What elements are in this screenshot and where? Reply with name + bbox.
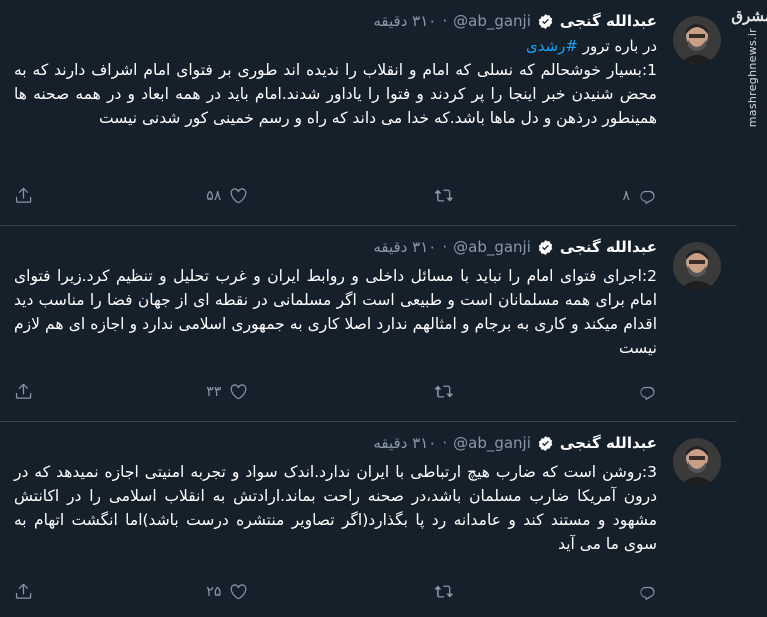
watermark-logo: مشرق	[731, 7, 767, 25]
tweet[interactable]: عبدالله گنجی @ab_ganji · ۳۱۰ دقیقه در با…	[0, 0, 737, 226]
timestamp[interactable]: ۳۱۰ دقیقه	[373, 238, 436, 256]
tweet[interactable]: عبدالله گنجی @ab_ganji · ۳۱۰ دقیقه 3:روش…	[0, 422, 737, 617]
separator-dot: ·	[442, 238, 448, 256]
author-name[interactable]: عبدالله گنجی	[560, 238, 657, 256]
tweet-actions: ۳۳	[14, 382, 657, 401]
reply-button[interactable]	[567, 382, 657, 401]
heart-icon	[230, 384, 247, 400]
heart-icon	[230, 188, 247, 204]
tweet-subject: در باره ترور #رشدی	[14, 36, 657, 56]
retweet-icon	[434, 189, 453, 202]
author-handle[interactable]: @ab_ganji	[453, 238, 531, 256]
hashtag-link[interactable]: #رشدی	[526, 37, 578, 55]
reply-button[interactable]	[567, 582, 657, 601]
share-icon	[15, 187, 32, 203]
timestamp[interactable]: ۳۱۰ دقیقه	[373, 12, 436, 30]
avatar[interactable]	[673, 16, 721, 64]
author-handle[interactable]: @ab_ganji	[453, 12, 531, 30]
reply-icon	[640, 386, 655, 401]
separator-dot: ·	[442, 434, 448, 452]
watermark-text: mashreghnews.ir	[745, 28, 759, 128]
timestamp[interactable]: ۳۱۰ دقیقه	[373, 434, 436, 452]
watermark-strip: مشرق mashreghnews.ir	[731, 0, 767, 617]
tweet[interactable]: عبدالله گنجی @ab_ganji · ۳۱۰ دقیقه 2:اجر…	[0, 226, 737, 422]
reply-icon	[640, 190, 655, 205]
share-icon	[15, 383, 32, 399]
like-button[interactable]: ۵۸	[158, 186, 248, 205]
reply-button[interactable]: ۸	[567, 186, 657, 205]
verified-badge-icon	[538, 239, 553, 255]
avatar[interactable]	[673, 242, 721, 290]
share-button[interactable]	[14, 186, 44, 205]
retweet-icon	[434, 585, 453, 598]
avatar[interactable]	[673, 438, 721, 486]
tweet-text: 1:بسیار خوشحالم که نسلی که امام و انقلاب…	[14, 61, 657, 127]
tweet-text: 3:روشن است که ضارب هیچ ارتباطی با ایران …	[14, 463, 657, 553]
author-name[interactable]: عبدالله گنجی	[560, 12, 657, 30]
retweet-button[interactable]	[363, 382, 453, 401]
like-button[interactable]: ۲۵	[158, 582, 248, 601]
share-button[interactable]	[14, 382, 44, 401]
like-button[interactable]: ۳۳	[158, 382, 248, 401]
tweet-text: 2:اجرای فتوای امام را نباید با مسائل داخ…	[14, 267, 657, 357]
author-name[interactable]: عبدالله گنجی	[560, 434, 657, 452]
heart-icon	[230, 584, 247, 600]
retweet-button[interactable]	[363, 582, 453, 601]
like-count: ۲۵	[206, 583, 222, 600]
author-handle[interactable]: @ab_ganji	[453, 434, 531, 452]
tweet-thread: عبدالله گنجی @ab_ganji · ۳۱۰ دقیقه در با…	[0, 0, 737, 617]
like-count: ۵۸	[206, 187, 222, 204]
tweet-actions: ۸ ۵۸	[14, 186, 657, 205]
share-button[interactable]	[14, 582, 44, 601]
tweet-actions: ۲۵	[14, 582, 657, 601]
verified-badge-icon	[538, 435, 553, 451]
retweet-icon	[434, 385, 453, 398]
retweet-button[interactable]	[363, 186, 453, 205]
reply-count: ۸	[622, 187, 630, 204]
subject-prefix: در باره ترور	[582, 37, 657, 55]
share-icon	[15, 583, 32, 599]
reply-icon	[640, 586, 655, 601]
watermark: مشرق mashreghnews.ir	[731, 8, 767, 138]
separator-dot: ·	[442, 12, 448, 30]
verified-badge-icon	[538, 13, 553, 29]
like-count: ۳۳	[206, 383, 222, 400]
